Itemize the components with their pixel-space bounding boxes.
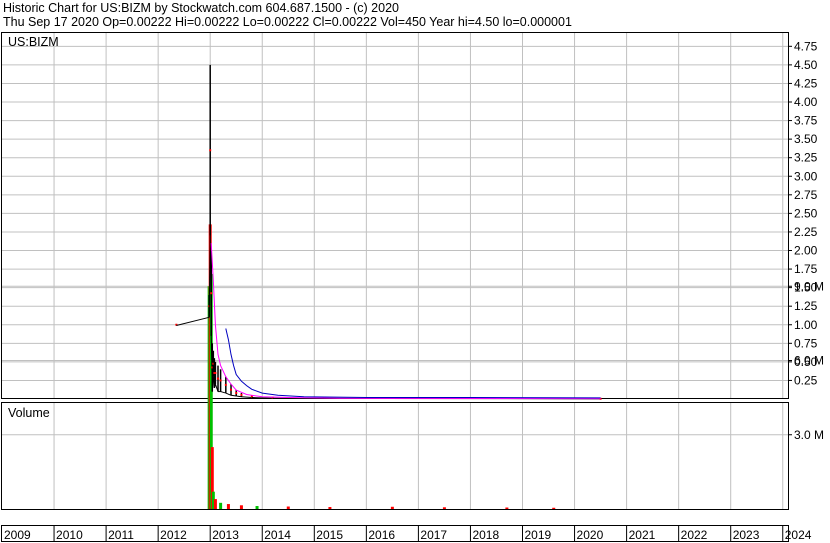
moving-average-short-line	[210, 243, 601, 400]
y-tick-label: 4.50	[794, 58, 818, 72]
price-low-trace	[225, 392, 232, 396]
x-tick-label: 2018	[472, 528, 499, 542]
volume-bar	[390, 506, 394, 509]
x-tick-label: 2012	[160, 528, 187, 542]
price-low-trace	[230, 394, 237, 397]
y-tick-label: 3.25	[794, 151, 818, 165]
volume-bar	[239, 505, 243, 509]
y-tick-label: 2.00	[794, 244, 818, 258]
x-tick-label: 2022	[681, 528, 708, 542]
x-tick-label: 2019	[525, 528, 552, 542]
volume-tick-label: 9.0 M	[794, 279, 824, 293]
y-tick-label: 4.25	[794, 76, 818, 90]
price-panel-label: US:BIZM	[8, 35, 59, 49]
price-close-mark	[230, 388, 233, 391]
volume-tick-label: 6.0 M	[794, 354, 824, 368]
x-tick-label: 2009	[4, 528, 31, 542]
y-tick-label: 1.00	[794, 318, 818, 332]
volume-tick-label: 3.0 M	[794, 428, 824, 442]
volume-bar	[213, 499, 217, 509]
x-tick-label: 2016	[368, 528, 395, 542]
y-tick-label: 0.25	[794, 373, 818, 387]
x-tick-label: 2010	[56, 528, 83, 542]
y-tick-label: 2.75	[794, 188, 818, 202]
y-tick-label: 3.00	[794, 169, 818, 183]
volume-bar	[226, 504, 230, 509]
moving-average-long-line	[225, 328, 601, 399]
volume-bar	[442, 507, 446, 509]
y-tick-label: 1.75	[794, 262, 818, 276]
y-tick-label: 2.25	[794, 225, 818, 239]
y-tick-label: 4.00	[794, 95, 818, 109]
y-tick-label: 3.50	[794, 132, 818, 146]
x-tick-label: 2021	[629, 528, 656, 542]
x-tick-label: 2017	[420, 528, 447, 542]
volume-bar	[328, 507, 332, 509]
price-low-trace	[241, 396, 252, 399]
price-close-mark	[217, 377, 220, 380]
y-tick-label: 3.75	[794, 114, 818, 128]
y-tick-label: 1.25	[794, 299, 818, 313]
price-close-mark	[224, 383, 227, 386]
volume-bar	[505, 507, 509, 509]
price-close-mark	[210, 292, 213, 295]
volume-bar	[286, 506, 290, 509]
y-tick-label: 4.75	[794, 39, 818, 53]
x-tick-label: 2024	[785, 528, 812, 542]
price-close-mark	[219, 379, 222, 382]
chart-canvas: 2009 2010 2011 2012 2013 2014 2015 2016 2017 2018…	[1, 32, 824, 542]
stockwatch-chart: Historic Chart for US:BIZM by Stockwatch…	[0, 0, 830, 543]
price-low-trace	[220, 391, 226, 394]
volume-bar	[255, 506, 259, 509]
price-close-mark	[209, 149, 212, 152]
x-tick-label: 2011	[108, 528, 134, 542]
y-tick-label: 0.75	[794, 336, 818, 350]
volume-bar	[552, 507, 556, 509]
volume-bar	[219, 502, 223, 509]
price-close-mark	[214, 372, 217, 375]
y-tick-label: 2.50	[794, 206, 818, 220]
x-tick-label: 2020	[577, 528, 604, 542]
volume-panel-frame	[1, 402, 789, 510]
x-tick-label: 2014	[264, 528, 291, 542]
price-close-mark	[240, 393, 243, 396]
x-tick-label: 2015	[316, 528, 343, 542]
price-low-trace	[236, 395, 242, 398]
x-tick-label: 2013	[212, 528, 239, 542]
volume-panel-label: Volume	[8, 406, 50, 420]
price-close-mark	[235, 392, 238, 395]
x-tick-label: 2023	[733, 528, 760, 542]
